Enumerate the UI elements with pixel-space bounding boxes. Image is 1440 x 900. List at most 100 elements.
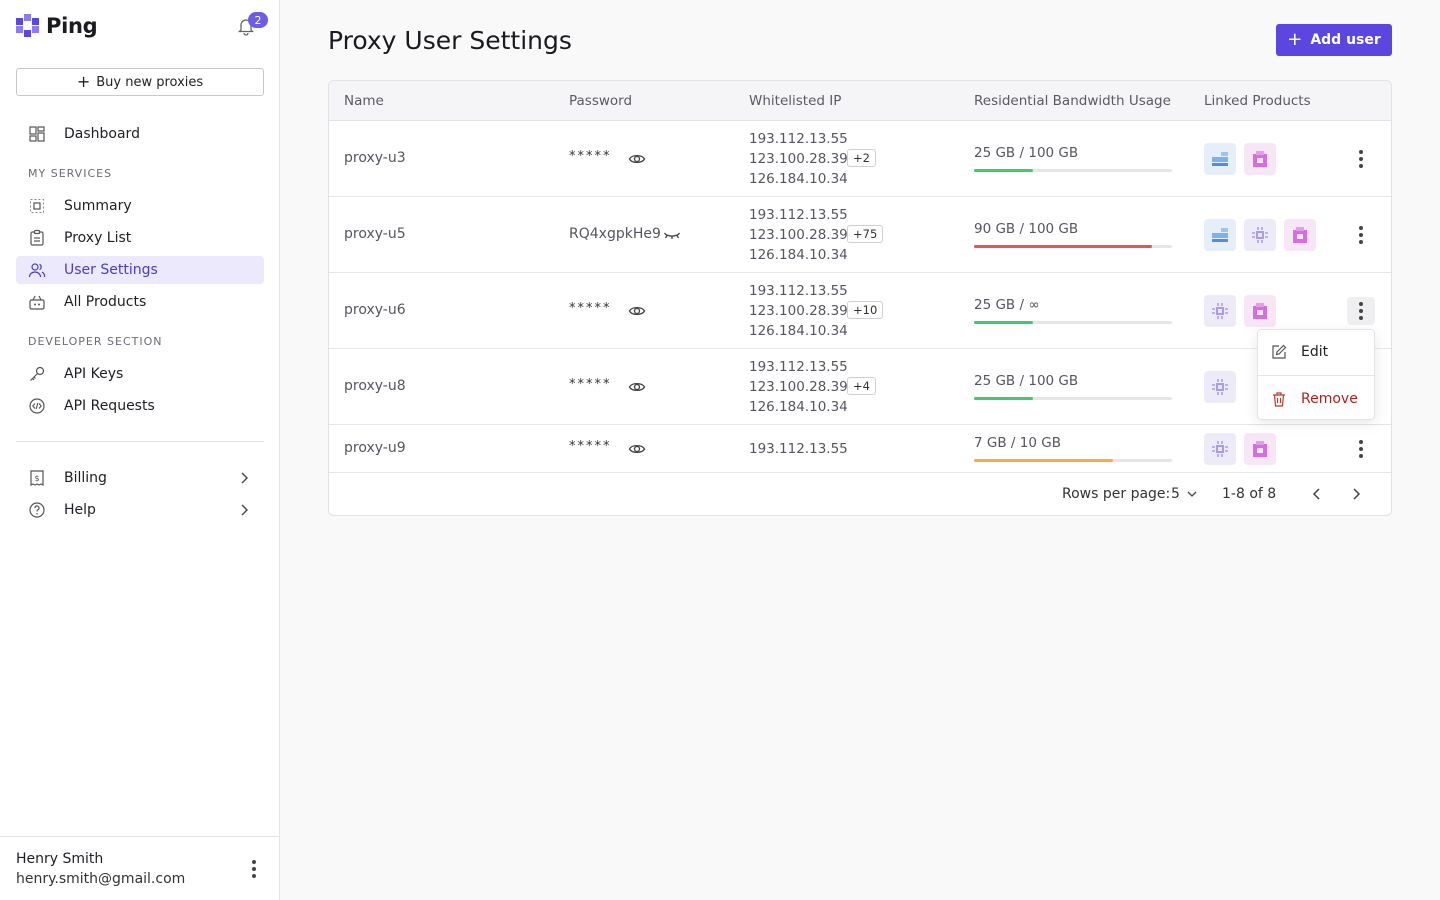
box-product-icon[interactable] [1244, 143, 1276, 175]
sidebar-item-help[interactable]: Help [16, 496, 264, 524]
bandwidth-progress-bar [974, 459, 1172, 462]
show-password-icon[interactable] [628, 302, 646, 320]
table-row: proxy-u8 ***** 193.112.13.55 123.100.28.39 1… [329, 349, 1391, 425]
more-ips-badge[interactable]: +2 [847, 149, 876, 167]
whitelisted-ip-list: 193.112.13.55 123.100.28.39 126.184.10.34 [749, 357, 848, 417]
trash-icon [1273, 392, 1285, 407]
bandwidth-usage-text: 25 GB / 100 GB [974, 145, 1078, 161]
bandwidth-progress-fill [974, 397, 1034, 400]
edit-menu-item[interactable]: Edit [1258, 330, 1374, 374]
row-actions-menu: Edit Remove [1257, 329, 1375, 420]
rows-per-page-select[interactable]: 5 [1171, 486, 1198, 502]
password-masked: ***** [569, 149, 612, 164]
add-user-button[interactable]: + Add user [1276, 24, 1392, 56]
box-product-icon[interactable] [1284, 219, 1316, 251]
sidebar-item-proxy-list[interactable]: Proxy List [16, 224, 264, 252]
ip-address: 126.184.10.34 [749, 247, 848, 263]
bandwidth-used: 25 GB [974, 373, 1016, 389]
bandwidth-progress-bar [974, 169, 1172, 172]
sidebar-item-all-products[interactable]: All Products [16, 288, 264, 316]
remove-menu-item[interactable]: Remove [1258, 377, 1374, 421]
row-actions-kebab-icon[interactable] [1347, 221, 1375, 249]
bandwidth-separator: / [1019, 297, 1025, 313]
chevron-left-icon [1312, 488, 1320, 500]
bandwidth-usage-text: 25 GB / ∞ [974, 297, 1040, 313]
previous-page-button[interactable] [1307, 484, 1327, 504]
basket-icon [29, 295, 45, 310]
bandwidth-total: 100 GB [1028, 221, 1079, 237]
network-product-icon[interactable] [1204, 219, 1236, 251]
column-header-name[interactable]: Name [344, 93, 384, 109]
whitelisted-ip-list: 193.112.13.55 [749, 439, 848, 459]
whitelisted-ip-list: 193.112.13.55 123.100.28.39 126.184.10.34 [749, 205, 848, 265]
next-page-button[interactable] [1346, 484, 1366, 504]
buy-new-proxies-label: Buy new proxies [96, 74, 204, 90]
bandwidth-used: 25 GB [974, 297, 1016, 313]
table-row: proxy-u5 RQ4xgpkHe9 193.112.13.55 123.100.2… [329, 197, 1391, 273]
section-label-my-services: MY SERVICES [28, 167, 113, 180]
chip-product-icon[interactable] [1204, 371, 1236, 403]
box-product-icon[interactable] [1244, 433, 1276, 465]
box-product-icon[interactable] [1244, 295, 1276, 327]
more-ips-badge[interactable]: +75 [847, 225, 884, 243]
receipt-dollar-icon: $ [30, 470, 44, 486]
dashboard-grid-icon [29, 126, 45, 142]
clipboard-icon [30, 229, 44, 246]
page-title: Proxy User Settings [328, 26, 572, 55]
sidebar-item-label: User Settings [64, 262, 158, 278]
user-menu-kebab-icon[interactable] [244, 859, 264, 879]
chevron-right-icon [1353, 488, 1361, 500]
edit-pencil-icon [1272, 344, 1287, 359]
brand[interactable]: Ping [16, 12, 98, 40]
row-actions-kebab-icon[interactable] [1347, 435, 1375, 463]
network-product-icon[interactable] [1204, 143, 1236, 175]
show-password-icon[interactable] [628, 378, 646, 396]
ip-address: 193.112.13.55 [749, 359, 848, 375]
bandwidth-total: 100 GB [1028, 145, 1079, 161]
sidebar-item-label: Dashboard [64, 126, 140, 142]
ip-address: 193.112.13.55 [749, 441, 848, 457]
table-row: proxy-u3 ***** 193.112.13.55 123.100.28.39 1… [329, 121, 1391, 197]
rows-per-page-value: 5 [1171, 486, 1180, 502]
sidebar-item-billing[interactable]: $ Billing [16, 464, 264, 492]
code-circle-icon [29, 398, 45, 414]
more-ips-badge[interactable]: +10 [847, 301, 884, 319]
column-header-linked-products[interactable]: Linked Products [1204, 93, 1311, 109]
bandwidth-progress-fill [974, 245, 1153, 248]
bandwidth-usage-text: 7 GB / 10 GB [974, 435, 1061, 451]
chip-product-icon[interactable] [1204, 295, 1236, 327]
chip-product-icon[interactable] [1244, 219, 1276, 251]
ip-address: 193.112.13.55 [749, 131, 848, 147]
show-password-icon[interactable] [628, 150, 646, 168]
chip-product-icon[interactable] [1204, 433, 1236, 465]
sidebar-divider [16, 441, 264, 442]
notification-count-badge: 2 [248, 12, 268, 28]
buy-new-proxies-button[interactable]: + Buy new proxies [16, 68, 264, 96]
column-header-bandwidth[interactable]: Residential Bandwidth Usage [974, 93, 1171, 109]
user-email: henry.smith@gmail.com [16, 871, 186, 887]
ping-logo-icon [16, 14, 40, 38]
bandwidth-progress-bar [974, 397, 1172, 400]
column-header-password[interactable]: Password [569, 93, 632, 109]
ip-address: 123.100.28.39 [749, 303, 848, 319]
show-password-icon[interactable] [628, 440, 646, 458]
row-actions-kebab-icon[interactable] [1347, 145, 1375, 173]
more-ips-badge[interactable]: +4 [847, 377, 876, 395]
sidebar-item-dashboard[interactable]: Dashboard [16, 120, 264, 148]
sidebar-item-summary[interactable]: Summary [16, 192, 264, 220]
current-user-panel: Henry Smith henry.smith@gmail.com [0, 836, 280, 900]
sidebar-item-api-keys[interactable]: API Keys [16, 360, 264, 388]
bandwidth-usage-text: 90 GB / 100 GB [974, 221, 1078, 237]
whitelisted-ip-list: 193.112.13.55 123.100.28.39 126.184.10.34 [749, 281, 848, 341]
sidebar-item-api-requests[interactable]: API Requests [16, 392, 264, 420]
hide-password-icon[interactable] [663, 226, 681, 244]
password-text: RQ4xgpkHe9 [569, 226, 661, 242]
sidebar-item-label: Help [64, 502, 96, 518]
key-icon [30, 366, 45, 381]
sidebar-item-label: API Requests [64, 398, 155, 414]
sidebar-item-user-settings[interactable]: User Settings [16, 256, 264, 284]
bandwidth-total: 10 GB [1019, 435, 1061, 451]
row-actions-kebab-icon[interactable] [1347, 297, 1375, 325]
column-header-whitelisted-ip[interactable]: Whitelisted IP [749, 93, 841, 109]
bandwidth-separator: / [1019, 373, 1025, 389]
